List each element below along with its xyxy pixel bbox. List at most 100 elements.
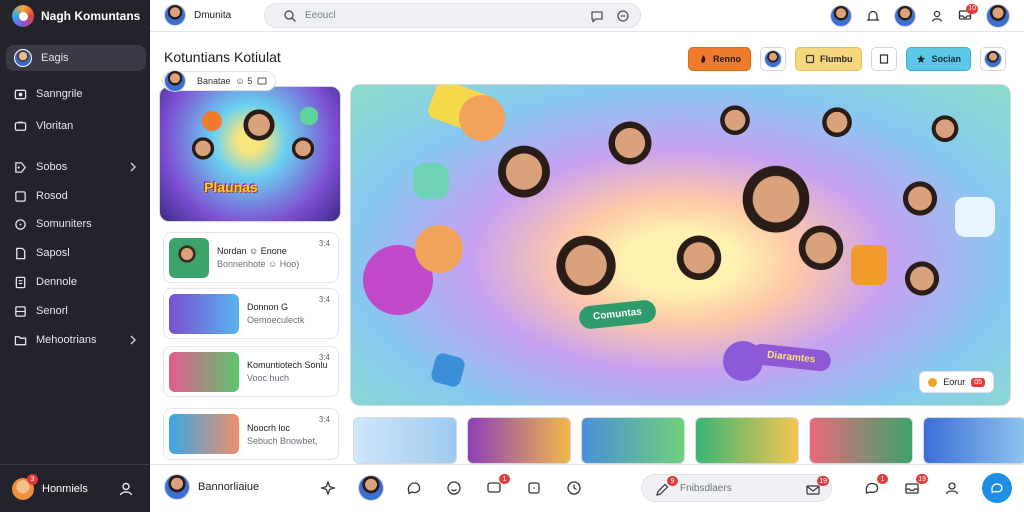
flumbu-button[interactable]: Flumbu xyxy=(794,47,863,71)
bottom-user[interactable]: Bannorliaiue xyxy=(164,474,259,500)
list-item[interactable]: Komuntiotech Sonlu Vooc huch 3:4 xyxy=(163,346,339,397)
message-badge: 9 xyxy=(667,476,678,486)
sidebar-item-dennole[interactable]: Dennole xyxy=(6,269,146,295)
list-meta: 3:4 xyxy=(318,295,330,304)
user-icon[interactable] xyxy=(118,481,134,497)
brand[interactable]: Nagh Komuntans xyxy=(12,4,140,28)
bottom-right-actions: 1 19 xyxy=(862,473,1012,503)
video-thumbnail[interactable] xyxy=(695,417,799,464)
smile-icon xyxy=(447,481,461,495)
top-user[interactable]: Dmunita xyxy=(164,4,231,26)
avatar-button[interactable] xyxy=(759,47,786,71)
avatar xyxy=(164,474,190,500)
video-thumbnail[interactable] xyxy=(467,417,571,464)
list-meta: 3:4 xyxy=(318,239,330,248)
sidebar-item-sobos[interactable]: Sobos xyxy=(6,154,146,180)
coin-icon xyxy=(928,377,938,387)
mascot-image xyxy=(459,95,505,141)
sparkle-button[interactable] xyxy=(318,478,338,498)
decor-shape xyxy=(202,111,222,131)
chat-badge: 1 xyxy=(877,474,888,484)
decor-shape xyxy=(429,351,467,389)
list-item[interactable]: Donnon G Oemoeculectk 3:4 xyxy=(163,288,339,339)
avatar-button[interactable] xyxy=(980,47,1006,71)
avatar xyxy=(164,70,186,92)
user-icon[interactable] xyxy=(930,9,944,23)
renno-button[interactable]: Renno xyxy=(687,47,751,71)
avatar xyxy=(984,50,1002,68)
video-thumbnail[interactable] xyxy=(353,417,457,464)
mail-button[interactable]: 19 xyxy=(803,476,829,500)
profile-avatar[interactable] xyxy=(986,4,1010,28)
child-image xyxy=(601,121,659,179)
brand-logo-icon xyxy=(12,5,34,27)
bookmark-button[interactable] xyxy=(871,47,898,71)
sidebar-item-mehootrians[interactable]: Mehootrians xyxy=(6,327,146,353)
notifications-button[interactable]: 10 xyxy=(958,3,978,25)
list-title: Nordan ☺ Enone xyxy=(217,246,287,256)
avatar[interactable] xyxy=(830,5,852,27)
note-icon xyxy=(805,54,815,64)
chat-button[interactable]: 1 xyxy=(862,474,888,498)
sidebar-item-senorl[interactable]: Senorl xyxy=(6,298,146,324)
featured-card[interactable]: Plaunas xyxy=(159,86,341,222)
socian-button[interactable]: Socian xyxy=(906,47,971,71)
sidebar-item-saposl[interactable]: Saposl xyxy=(6,240,146,266)
sidebar-item-label: Saposl xyxy=(36,247,70,259)
flumbu-label: Flumbu xyxy=(819,54,853,64)
list-item[interactable]: Noocrh loc Sebuch Bnowbet, 3:4 xyxy=(163,408,339,460)
sidebar-item-sanngrile[interactable]: Sanngrile xyxy=(6,81,146,107)
grid-icon xyxy=(14,305,27,318)
message-input[interactable]: 9 Fnibsdlaers 19 xyxy=(641,474,832,502)
sidebar-item-label: Mehootrians xyxy=(36,334,97,346)
search-input[interactable]: Eeoucl xyxy=(264,3,641,28)
sidebar-item-label: Rosod xyxy=(36,190,68,202)
list-subtitle: Oemoeculectk xyxy=(247,315,305,325)
sidebar-item-label: Eagis xyxy=(41,52,69,64)
sidebar-item-somuniters[interactable]: Somuniters xyxy=(6,211,146,237)
hero-tag[interactable]: Eorur 05 xyxy=(919,371,994,393)
top-user-name: Dmunita xyxy=(194,9,232,21)
sidebar: Nagh Komuntans Eagis Sanngrile Vloritan … xyxy=(0,0,150,512)
chat-bubble-icon[interactable] xyxy=(590,9,604,23)
child-image xyxy=(669,235,729,295)
featured-title: Plaunas xyxy=(204,179,258,195)
emoji-button[interactable] xyxy=(444,478,464,498)
tray-button[interactable]: 19 xyxy=(902,474,928,498)
video-thumbnail[interactable] xyxy=(923,417,1024,464)
new-chat-button[interactable] xyxy=(982,473,1012,503)
child-image xyxy=(897,181,943,227)
compose-button[interactable]: 9 xyxy=(652,476,678,500)
sidebar-item-vloritan[interactable]: Vloritan xyxy=(6,113,146,139)
video-thumbnail[interactable] xyxy=(809,417,913,464)
list-meta: 3:4 xyxy=(318,353,330,362)
avatar[interactable] xyxy=(894,5,916,27)
chip-row: Banatae ☺ 5 xyxy=(162,70,277,92)
hero-image[interactable]: Comuntas Diaramtes Eorur 05 xyxy=(350,84,1011,406)
comment-button[interactable] xyxy=(404,478,424,498)
sidebar-item-label: Senorl xyxy=(36,305,68,317)
message-icon[interactable] xyxy=(616,9,630,23)
child-image xyxy=(927,115,963,151)
child-image xyxy=(288,137,318,167)
square-button[interactable] xyxy=(524,478,544,498)
folder-icon xyxy=(14,334,27,347)
list-thumbnail xyxy=(169,351,239,392)
home-icon xyxy=(14,88,27,101)
avatar[interactable] xyxy=(358,475,384,501)
sidebar-item-eagis[interactable]: Eagis xyxy=(6,45,146,71)
topbar: Dmunita Eeoucl 10 xyxy=(150,0,1024,32)
bottom-bar: Bannorliaiue 1 9 Fnibsdlaers 19 1 19 xyxy=(150,464,1024,512)
chevron-right-icon xyxy=(130,335,136,345)
profile-button[interactable] xyxy=(942,478,962,498)
bottom-user-name: Bannorliaiue xyxy=(198,481,260,493)
sidebar-footer[interactable]: 3 Honmiels xyxy=(0,464,150,512)
clock-button[interactable] xyxy=(564,478,584,498)
video-thumbnail[interactable] xyxy=(581,417,685,464)
bell-icon[interactable] xyxy=(866,9,880,23)
sidebar-item-rosod[interactable]: Rosod xyxy=(6,183,146,209)
mascot-image xyxy=(415,225,463,273)
chat-button[interactable]: 1 xyxy=(484,474,510,498)
brand-name: Nagh Komuntans xyxy=(41,9,141,23)
list-item[interactable]: Nordan ☺ Enone Bonnenhote ☺ Hoo) 3:4 xyxy=(163,232,339,283)
